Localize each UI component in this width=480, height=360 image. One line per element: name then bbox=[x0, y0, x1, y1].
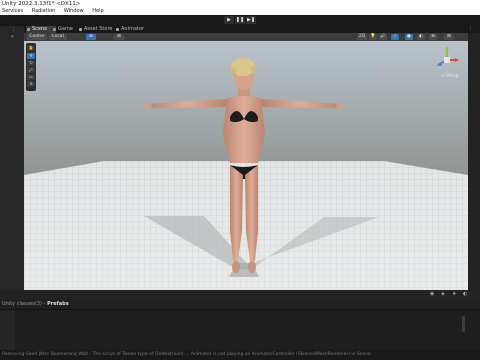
scene-toolbar: Center Local ⊞ ⊞ 2D 💡 🔊 ◇ ● ◐ ⊕ ⊞ bbox=[24, 33, 468, 41]
tab-animator[interactable]: Animator bbox=[115, 26, 153, 33]
store-tab-icon bbox=[79, 28, 82, 31]
2d-toggle-button[interactable]: 2D bbox=[357, 34, 367, 40]
editor-tab-bar: Scene Game Asset Store Animator ⋮ bbox=[24, 26, 476, 33]
shading-mode-icon[interactable]: ● bbox=[405, 34, 413, 40]
rotate-tool-icon[interactable]: ↻ bbox=[27, 60, 35, 66]
perspective-label[interactable]: < Persp bbox=[441, 74, 459, 79]
audio-toggle-icon[interactable]: 🔊 bbox=[379, 34, 387, 40]
label-filter-icon[interactable]: ◈ bbox=[441, 291, 445, 297]
lighting-toggle-icon[interactable]: 💡 bbox=[369, 34, 377, 40]
transform-tool-icon[interactable]: ⊕ bbox=[27, 81, 35, 87]
scale-tool-icon[interactable]: ⤢ bbox=[27, 67, 35, 73]
play-button[interactable]: ▶ bbox=[224, 16, 234, 24]
title-bar: Unity 2022.3.13f1* <DX11> bbox=[0, 0, 480, 8]
hierarchy-filter-icon[interactable]: ◉ bbox=[430, 291, 434, 297]
chevron-down-icon[interactable]: ▾ bbox=[11, 34, 14, 40]
tab-scene-label: Scene bbox=[32, 26, 48, 32]
camera-settings-icon[interactable]: ⊞ bbox=[444, 34, 454, 40]
project-folder-tree[interactable] bbox=[0, 310, 15, 350]
breadcrumb-parent[interactable]: Unity classes(3) bbox=[2, 301, 42, 307]
tool-palette: ✋ ✥ ↻ ⤢ ▭ ⊕ bbox=[26, 43, 36, 91]
local-global-button[interactable]: Local bbox=[49, 34, 67, 40]
kebab-menu-icon[interactable]: ⋮ bbox=[11, 27, 16, 33]
menu-help[interactable]: Help bbox=[92, 8, 103, 14]
tab-asset-store-label: Asset Store bbox=[84, 26, 113, 32]
move-tool-icon[interactable]: ✥ bbox=[27, 53, 35, 59]
effects-toggle-icon[interactable]: ◇ bbox=[391, 34, 399, 40]
scene-tab-icon bbox=[27, 28, 30, 31]
menu-window[interactable]: Window bbox=[64, 8, 84, 14]
status-bar: Removing Seed Jitter Boomerang Wait - Th… bbox=[0, 350, 480, 360]
visibility-toggle-icon[interactable]: ◐ bbox=[463, 291, 467, 297]
right-scrollbar-panel bbox=[468, 33, 480, 290]
animator-tab-icon bbox=[116, 28, 119, 31]
bottom-panel-toolbar: ◉ ◈ ★ ◐ bbox=[0, 290, 480, 299]
rect-tool-icon[interactable]: ▭ bbox=[27, 74, 35, 80]
project-breadcrumb: Unity classes(3) › Prefabs bbox=[0, 299, 480, 310]
hidden-objects-icon[interactable]: ◐ bbox=[417, 34, 425, 40]
pivot-center-button[interactable]: Center bbox=[27, 34, 47, 40]
scene-viewport[interactable] bbox=[24, 41, 468, 290]
gizmos-icon[interactable]: ⊕ bbox=[429, 34, 437, 40]
left-dock-panel: ⋮ ▾ bbox=[0, 26, 24, 290]
tab-asset-store[interactable]: Asset Store bbox=[78, 26, 118, 33]
project-scrollbar[interactable] bbox=[462, 316, 465, 332]
breadcrumb-current[interactable]: Prefabs bbox=[47, 301, 69, 307]
tab-options-icon[interactable]: ⋮ bbox=[468, 26, 473, 32]
menu-services[interactable]: Services bbox=[2, 8, 23, 14]
game-tab-icon bbox=[53, 28, 56, 31]
hand-tool-icon[interactable]: ✋ bbox=[27, 45, 35, 51]
star-filter-icon[interactable]: ★ bbox=[452, 291, 456, 297]
step-button[interactable]: ▶❚ bbox=[246, 16, 256, 24]
grid-snap-button[interactable]: ⊞ bbox=[86, 34, 96, 40]
tab-animator-label: Animator bbox=[121, 26, 144, 32]
scene-render bbox=[24, 58, 468, 290]
window-title: Unity 2022.3.13f1* <DX11> bbox=[2, 1, 81, 7]
pause-button[interactable]: ❚❚ bbox=[235, 16, 245, 24]
increment-snap-button[interactable]: ⊞ bbox=[114, 34, 124, 40]
project-panel bbox=[0, 310, 480, 350]
menu-bar: Services Radiation Window Help bbox=[0, 8, 480, 15]
menu-radiation[interactable]: Radiation bbox=[32, 8, 56, 14]
tab-game[interactable]: Game bbox=[52, 26, 80, 33]
tab-game-label: Game bbox=[58, 26, 73, 32]
play-controls: ▶ ❚❚ ▶❚ bbox=[224, 16, 256, 24]
